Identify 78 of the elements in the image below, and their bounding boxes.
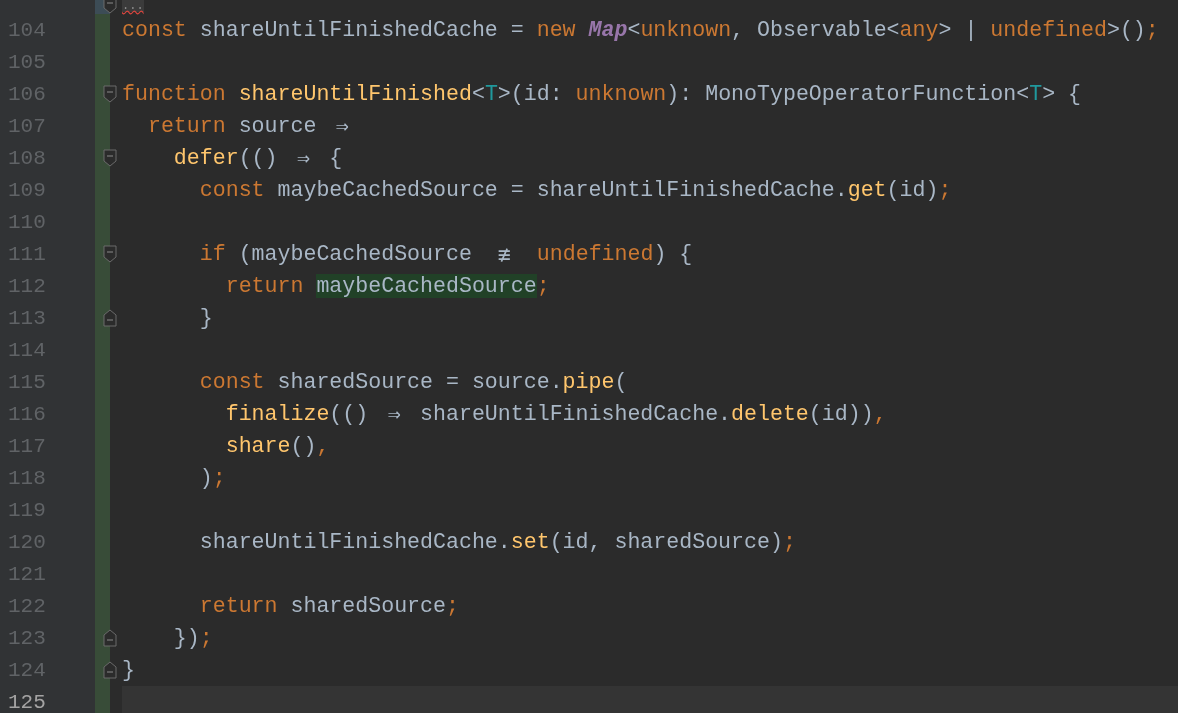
keyword-token: return (146, 114, 227, 138)
folded-code-placeholder[interactable]: ... (122, 0, 144, 12)
code-text: source (238, 114, 318, 138)
fold-marker-icon[interactable] (103, 149, 117, 167)
keyword-token: unknown (640, 18, 732, 42)
code-text: >() (1106, 18, 1146, 42)
code-text: > { (1042, 82, 1082, 106)
keyword-token: return (224, 274, 305, 298)
code-text: < (471, 82, 485, 106)
code-text: ) { (653, 242, 693, 266)
keyword-token: , (873, 402, 887, 426)
keyword-token: new (536, 18, 577, 42)
type-parameter: T (484, 82, 498, 106)
keyword-token: any (899, 18, 939, 42)
function-name: finalize (224, 402, 330, 426)
code-text: ( (614, 370, 628, 394)
arrow-operator: ⇒ (334, 114, 350, 139)
fold-marker-icon[interactable] (103, 629, 117, 647)
function-name: shareUntilFinished (238, 82, 472, 106)
keyword-token: const (198, 370, 266, 394)
code-text: ): MonoTypeOperatorFunction< (666, 82, 1030, 106)
code-text: } (122, 658, 135, 682)
keyword-token: ; (782, 530, 796, 554)
code-text: (id, sharedSource) (549, 530, 783, 554)
code-text: maybeCachedSource = shareUntilFinishedCache. (277, 178, 848, 202)
code-text: < (627, 18, 641, 42)
code-text: }) (172, 626, 200, 650)
fold-marker-icon[interactable] (103, 245, 117, 263)
function-name: set (510, 530, 550, 554)
keyword-token: if (198, 242, 227, 266)
code-text: (() (329, 402, 370, 426)
code-text: shareUntilFinishedCache. (419, 402, 732, 426)
code-text: shareUntilFinishedCache. (198, 530, 511, 554)
keyword-token: ; (1145, 18, 1159, 42)
code-text: sharedSource = source. (277, 370, 563, 394)
keyword-token: unknown (575, 82, 667, 106)
arrow-operator: ⇒ (295, 146, 311, 171)
keyword-token: ; (536, 274, 550, 298)
type-parameter: T (1029, 82, 1043, 106)
keyword-token: ; (446, 594, 459, 618)
code-text: () (290, 434, 317, 458)
function-name: defer (172, 146, 239, 170)
code-text: >(id: (497, 82, 564, 106)
keyword-token: ; (199, 626, 213, 650)
code-text: ) (198, 466, 213, 490)
class-name: Map (588, 18, 628, 42)
line-number: 125 (8, 690, 46, 713)
keyword-token: ; (938, 178, 952, 202)
code-text: (id)) (808, 402, 874, 426)
code-text: (id) (886, 178, 939, 202)
fold-marker-icon[interactable] (103, 309, 117, 327)
fold-marker-icon[interactable] (103, 661, 117, 679)
code-text: (maybeCachedSource (238, 242, 473, 266)
fold-marker-icon[interactable] (103, 85, 117, 103)
code-text: } (198, 306, 213, 330)
code-text: (() (238, 146, 279, 170)
fold-marker-icon[interactable] (103, 0, 117, 14)
code-text: , Observable< (731, 18, 900, 42)
function-name: delete (731, 402, 809, 426)
keyword-token: const (122, 18, 188, 42)
keyword-token: , (316, 434, 330, 458)
keyword-token: function (122, 82, 227, 106)
keyword-token: undefined (535, 242, 654, 266)
not-equal-operator: ≢ (496, 241, 512, 267)
keyword-token: ; (212, 466, 226, 490)
function-name: get (847, 178, 887, 202)
code-text: { (328, 146, 343, 170)
function-name: pipe (562, 370, 615, 394)
code-text: > | (938, 18, 979, 42)
code-text: shareUntilFinishedCache = (199, 18, 525, 42)
arrow-operator: ⇒ (386, 402, 402, 427)
keyword-token: return (198, 594, 279, 618)
function-name: share (224, 434, 291, 458)
change-bar (95, 686, 110, 713)
keyword-token: const (198, 178, 266, 202)
keyword-token: undefined (990, 18, 1107, 42)
code-text: sharedSource (290, 594, 446, 618)
highlighted-identifier: maybeCachedSource (316, 274, 537, 298)
